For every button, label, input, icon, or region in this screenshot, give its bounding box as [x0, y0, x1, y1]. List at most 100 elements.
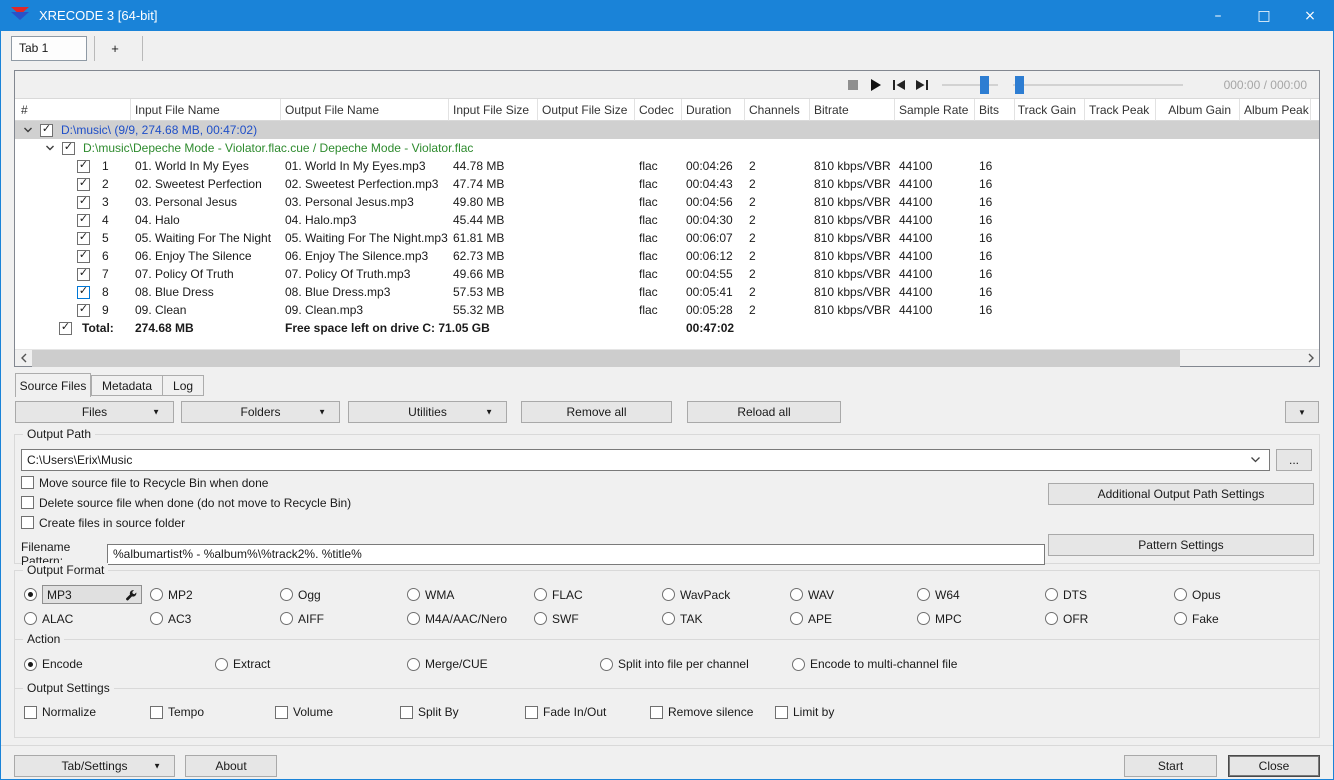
column-header[interactable]: Input File Size [449, 99, 538, 121]
radio-icon[interactable] [662, 588, 675, 601]
radio-icon[interactable] [1174, 612, 1187, 625]
row-checkbox[interactable] [77, 249, 90, 263]
radio-icon[interactable] [600, 657, 613, 671]
row-checkbox[interactable] [77, 303, 90, 317]
table-row[interactable]: 4 04. Halo 04. Halo.mp3 45.44 MB flac 00:04:3… [15, 211, 1319, 229]
table-row[interactable]: 2 02. Sweetest Perfection 02. Sweetest Per… [15, 175, 1319, 193]
radio-option-mpc[interactable]: MPC [917, 612, 1045, 626]
radio-option-opus[interactable]: Opus [1174, 588, 1319, 602]
close-window-button[interactable]: × [1287, 0, 1333, 31]
tab-log[interactable]: Log [162, 376, 203, 395]
utilities-button[interactable]: Utilities ▼ [348, 401, 507, 423]
reload-all-button[interactable]: Reload all [687, 401, 841, 423]
radio-icon[interactable] [24, 657, 37, 671]
column-header[interactable]: Track Peak [1085, 99, 1156, 121]
row-checkbox[interactable] [77, 177, 90, 191]
radio-option-extract[interactable]: Extract [215, 657, 407, 671]
row-checkbox[interactable] [77, 231, 90, 245]
radio-option-w64[interactable]: W64 [917, 588, 1045, 602]
table-row[interactable]: 5 05. Waiting For The Night 05. Waiting Fo… [15, 229, 1319, 247]
about-button[interactable]: About [185, 755, 277, 777]
table-row[interactable]: 8 08. Blue Dress 08. Blue Dress.mp3 57.53 M… [15, 283, 1319, 301]
radio-option-aiff[interactable]: AIFF [280, 612, 407, 626]
radio-option-mp2[interactable]: MP2 [150, 588, 280, 602]
radio-option-dts[interactable]: DTS [1045, 588, 1174, 602]
row-checkbox[interactable] [77, 159, 90, 173]
setting-checkbox[interactable] [650, 705, 663, 719]
scrollbar-thumb[interactable] [32, 349, 1180, 367]
scroll-right-button[interactable] [1302, 350, 1319, 367]
setting-option-split-by[interactable]: Split By [400, 705, 525, 719]
browse-button[interactable]: ... [1276, 449, 1312, 471]
volume-slider-thumb[interactable] [980, 75, 989, 94]
radio-icon[interactable] [1045, 588, 1058, 601]
row-checkbox[interactable] [77, 267, 90, 281]
table-row[interactable]: 3 03. Personal Jesus 03. Personal Jesus.mp… [15, 193, 1319, 211]
setting-checkbox[interactable] [24, 705, 37, 719]
radio-option-ape[interactable]: APE [790, 612, 917, 626]
radio-icon[interactable] [1045, 612, 1058, 625]
radio-icon[interactable] [790, 588, 803, 601]
setting-option-fade-in-out[interactable]: Fade In/Out [525, 705, 650, 719]
radio-option-fake[interactable]: Fake [1174, 612, 1319, 626]
group-checkbox[interactable] [40, 123, 53, 137]
maximize-button[interactable]: □ [1241, 0, 1287, 31]
radio-option-flac[interactable]: FLAC [534, 588, 662, 602]
column-header[interactable]: Bitrate [810, 99, 895, 121]
previous-track-button[interactable] [891, 77, 907, 93]
selected-format-box[interactable]: MP3 [42, 585, 142, 604]
radio-icon[interactable] [790, 612, 803, 625]
tab-1[interactable]: Tab 1 [11, 35, 87, 61]
column-header[interactable]: Album Gain [1156, 99, 1240, 121]
radio-option-encode-to-multi-channel-file[interactable]: Encode to multi-channel file [792, 657, 1319, 671]
radio-icon[interactable] [280, 612, 293, 625]
radio-option-encode[interactable]: Encode [24, 657, 215, 671]
radio-icon[interactable] [1174, 588, 1187, 601]
recycle-bin-checkbox[interactable] [21, 476, 34, 489]
setting-option-volume[interactable]: Volume [275, 705, 400, 719]
chevron-down-icon[interactable] [45, 143, 55, 153]
radio-icon[interactable] [407, 588, 420, 601]
radio-option-wavpack[interactable]: WavPack [662, 588, 790, 602]
table-row[interactable]: 7 07. Policy Of Truth 07. Policy Of Truth.… [15, 265, 1319, 283]
setting-checkbox[interactable] [525, 705, 538, 719]
volume-slider[interactable] [942, 75, 998, 94]
total-checkbox[interactable] [59, 321, 72, 335]
column-header[interactable]: Output File Name [281, 99, 449, 121]
stop-button[interactable] [845, 77, 861, 93]
remove-all-button[interactable]: Remove all [521, 401, 672, 423]
column-header[interactable]: Album Peak [1240, 99, 1311, 121]
radio-icon[interactable] [662, 612, 675, 625]
next-track-button[interactable] [914, 77, 930, 93]
setting-option-limit-by[interactable]: Limit by [775, 705, 1319, 719]
close-button[interactable]: Close [1228, 755, 1320, 777]
chevron-down-icon[interactable] [1250, 456, 1261, 464]
radio-icon[interactable] [792, 657, 805, 671]
column-header[interactable]: Channels [745, 99, 810, 121]
delete-source-checkbox[interactable] [21, 496, 34, 509]
column-header[interactable]: Input File Name [131, 99, 281, 121]
radio-icon[interactable] [534, 588, 547, 601]
source-folder-option[interactable]: Create files in source folder [21, 514, 1313, 531]
additional-output-path-settings-button[interactable]: Additional Output Path Settings [1048, 483, 1314, 505]
tab-metadata[interactable]: Metadata [92, 376, 162, 395]
setting-checkbox[interactable] [150, 705, 163, 719]
folders-button[interactable]: Folders ▼ [181, 401, 340, 423]
radio-icon[interactable] [24, 612, 37, 625]
table-row[interactable]: 9 09. Clean 09. Clean.mp3 55.32 MB flac 00:05… [15, 301, 1319, 319]
radio-option-tak[interactable]: TAK [662, 612, 790, 626]
radio-option-m4a-aac-nero[interactable]: M4A/AAC/Nero [407, 612, 534, 626]
setting-checkbox[interactable] [275, 705, 288, 719]
radio-icon[interactable] [150, 612, 163, 625]
more-options-button[interactable]: ▼ [1285, 401, 1319, 423]
row-checkbox[interactable] [77, 213, 90, 227]
radio-option-wav[interactable]: WAV [790, 588, 917, 602]
column-header[interactable]: Output File Size [538, 99, 635, 121]
table-row[interactable]: 6 06. Enjoy The Silence 06. Enjoy The Sile… [15, 247, 1319, 265]
row-checkbox[interactable] [77, 195, 90, 209]
files-button[interactable]: Files ▼ [15, 401, 174, 423]
minimize-button[interactable]: – [1195, 0, 1241, 31]
radio-option-split-into-file-per-channel[interactable]: Split into file per channel [600, 657, 792, 671]
pattern-settings-button[interactable]: Pattern Settings [1048, 534, 1314, 556]
start-button[interactable]: Start [1124, 755, 1217, 777]
